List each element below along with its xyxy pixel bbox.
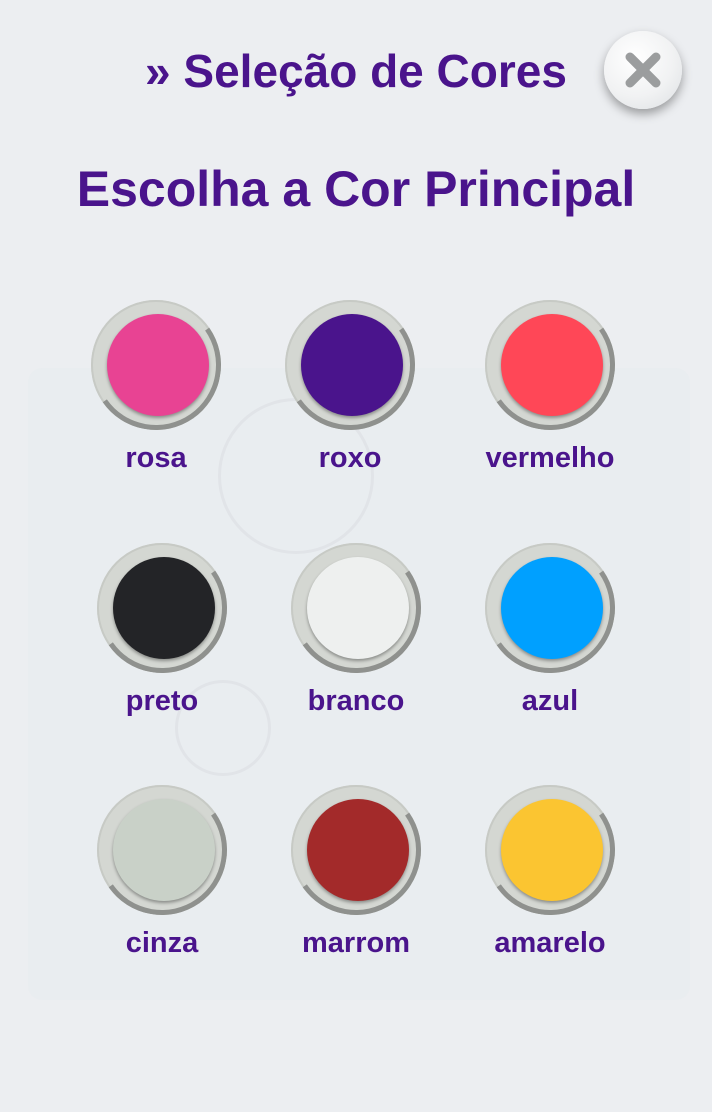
color-label: roxo — [318, 442, 382, 474]
color-option-amarelo[interactable]: amarelo — [450, 774, 650, 975]
color-label: cinza — [125, 927, 199, 959]
color-dot — [107, 314, 209, 416]
color-label: rosa — [125, 442, 187, 474]
color-option-marrom[interactable]: marrom — [256, 774, 456, 975]
color-dot — [113, 557, 215, 659]
color-option-branco[interactable]: branco — [256, 532, 456, 733]
color-dot — [301, 314, 403, 416]
color-dot — [113, 799, 215, 901]
color-option-cinza[interactable]: cinza — [62, 774, 262, 975]
color-option-vermelho[interactable]: vermelho — [450, 289, 650, 490]
color-label: azul — [521, 685, 579, 717]
color-selection-screen: » Seleção de Cores Escolha a Cor Princip… — [0, 0, 712, 1112]
color-label: vermelho — [485, 442, 615, 474]
color-option-roxo[interactable]: roxo — [250, 289, 450, 490]
color-label: preto — [125, 685, 199, 717]
color-option-rosa[interactable]: rosa — [56, 289, 256, 490]
close-icon — [625, 52, 661, 88]
section-heading: Escolha a Cor Principal — [76, 161, 636, 217]
color-dot — [501, 799, 603, 901]
close-button[interactable] — [604, 31, 682, 109]
color-option-azul[interactable]: azul — [450, 532, 650, 733]
color-label: marrom — [302, 927, 410, 959]
color-label: branco — [307, 685, 405, 717]
color-option-preto[interactable]: preto — [62, 532, 262, 733]
color-dot — [501, 314, 603, 416]
color-label: amarelo — [494, 927, 606, 959]
color-dot — [501, 557, 603, 659]
color-dot — [307, 557, 409, 659]
color-dot — [307, 799, 409, 901]
